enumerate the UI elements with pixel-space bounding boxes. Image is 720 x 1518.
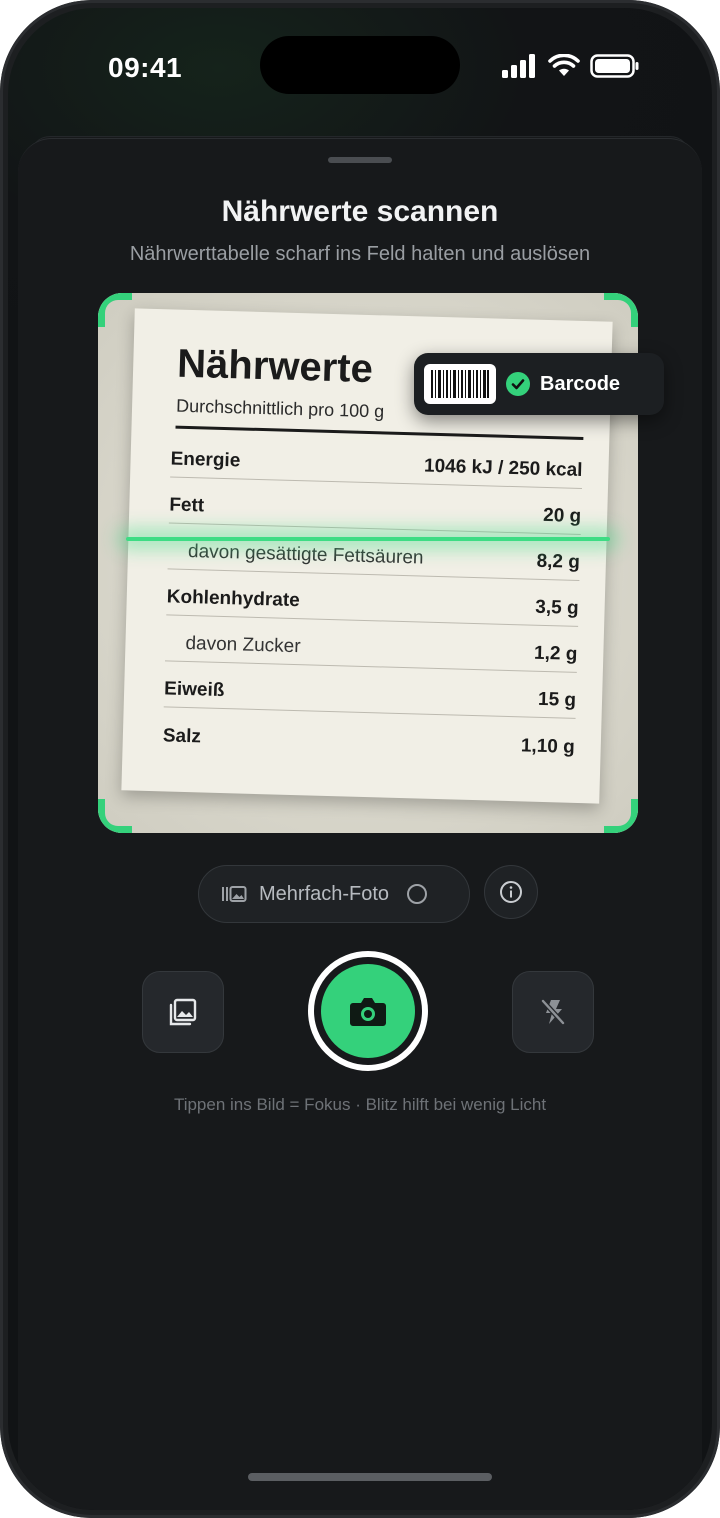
shutter-button[interactable] bbox=[308, 951, 428, 1071]
info-icon bbox=[500, 881, 522, 903]
label-per-unit: Durchschnittlich pro 100 g bbox=[175, 395, 385, 422]
barcode-detected-badge[interactable]: Barcode bbox=[414, 353, 664, 415]
dynamic-island bbox=[260, 36, 460, 94]
nutrient-name: Fett bbox=[169, 494, 205, 517]
label-heading: Nährwerte bbox=[176, 341, 374, 392]
camera-icon bbox=[350, 998, 386, 1026]
sheet-grabber[interactable] bbox=[328, 157, 392, 163]
sheet-subtitle: Nährwerttabelle scharf ins Feld halten u… bbox=[129, 243, 591, 265]
nutrition-row: Salz 1,10 g bbox=[162, 709, 575, 764]
nutrient-value: 20 g bbox=[542, 504, 582, 527]
screen: 09:41 Nährwerte scannen Nährwerttabelle … bbox=[8, 8, 712, 1510]
multi-photo-toggle[interactable]: Mehrfach-Foto bbox=[198, 865, 470, 923]
nutrient-name: davon Zucker bbox=[185, 632, 301, 658]
phone-frame: 09:41 Nährwerte scannen Nährwerttabelle … bbox=[0, 0, 720, 1518]
signal-icon bbox=[502, 54, 535, 78]
scan-sheet: Nährwerte scannen Nährwerttabelle scharf… bbox=[18, 138, 702, 1510]
barcode-icon bbox=[424, 364, 496, 404]
frame-corner-top-left bbox=[98, 293, 132, 327]
scan-line bbox=[126, 537, 610, 541]
gallery-icon bbox=[169, 998, 197, 1026]
info-button[interactable] bbox=[484, 865, 538, 919]
nutrient-value: 8,2 g bbox=[536, 550, 581, 573]
check-circle-icon bbox=[506, 372, 530, 396]
multi-photo-radio[interactable] bbox=[407, 884, 428, 904]
sheet-title: Nährwerte scannen bbox=[221, 195, 499, 228]
wifi-icon bbox=[548, 54, 580, 76]
multi-photo-icon bbox=[222, 886, 247, 902]
flash-off-icon bbox=[541, 999, 565, 1025]
nutrient-name: Kohlenhydrate bbox=[166, 586, 301, 612]
shutter-inner bbox=[321, 964, 415, 1058]
status-time: 09:41 bbox=[108, 52, 183, 83]
battery-icon bbox=[590, 54, 639, 78]
status-icons bbox=[502, 54, 640, 78]
home-indicator[interactable] bbox=[248, 1473, 492, 1481]
multi-photo-label: Mehrfach-Foto bbox=[259, 882, 390, 905]
nutrient-name: Energie bbox=[170, 448, 241, 472]
nutrient-value: 1,2 g bbox=[533, 642, 578, 665]
nutrient-value: 1046 kJ / 250 kcal bbox=[423, 455, 583, 481]
gallery-button[interactable] bbox=[142, 971, 224, 1053]
nutrient-value: 15 g bbox=[537, 688, 577, 711]
nutrient-name: Salz bbox=[162, 725, 202, 748]
nutrient-name: davon gesättigte Fettsäuren bbox=[187, 541, 424, 569]
nutrient-value: 1,10 g bbox=[520, 735, 576, 758]
nutrient-name: Eiweiß bbox=[163, 678, 225, 702]
flash-button[interactable] bbox=[512, 971, 594, 1053]
hint-text: Tippen ins Bild = Fokus · Blitz hilft be… bbox=[173, 1095, 547, 1114]
nutrient-value: 3,5 g bbox=[535, 596, 579, 619]
barcode-label: Barcode bbox=[540, 372, 621, 395]
